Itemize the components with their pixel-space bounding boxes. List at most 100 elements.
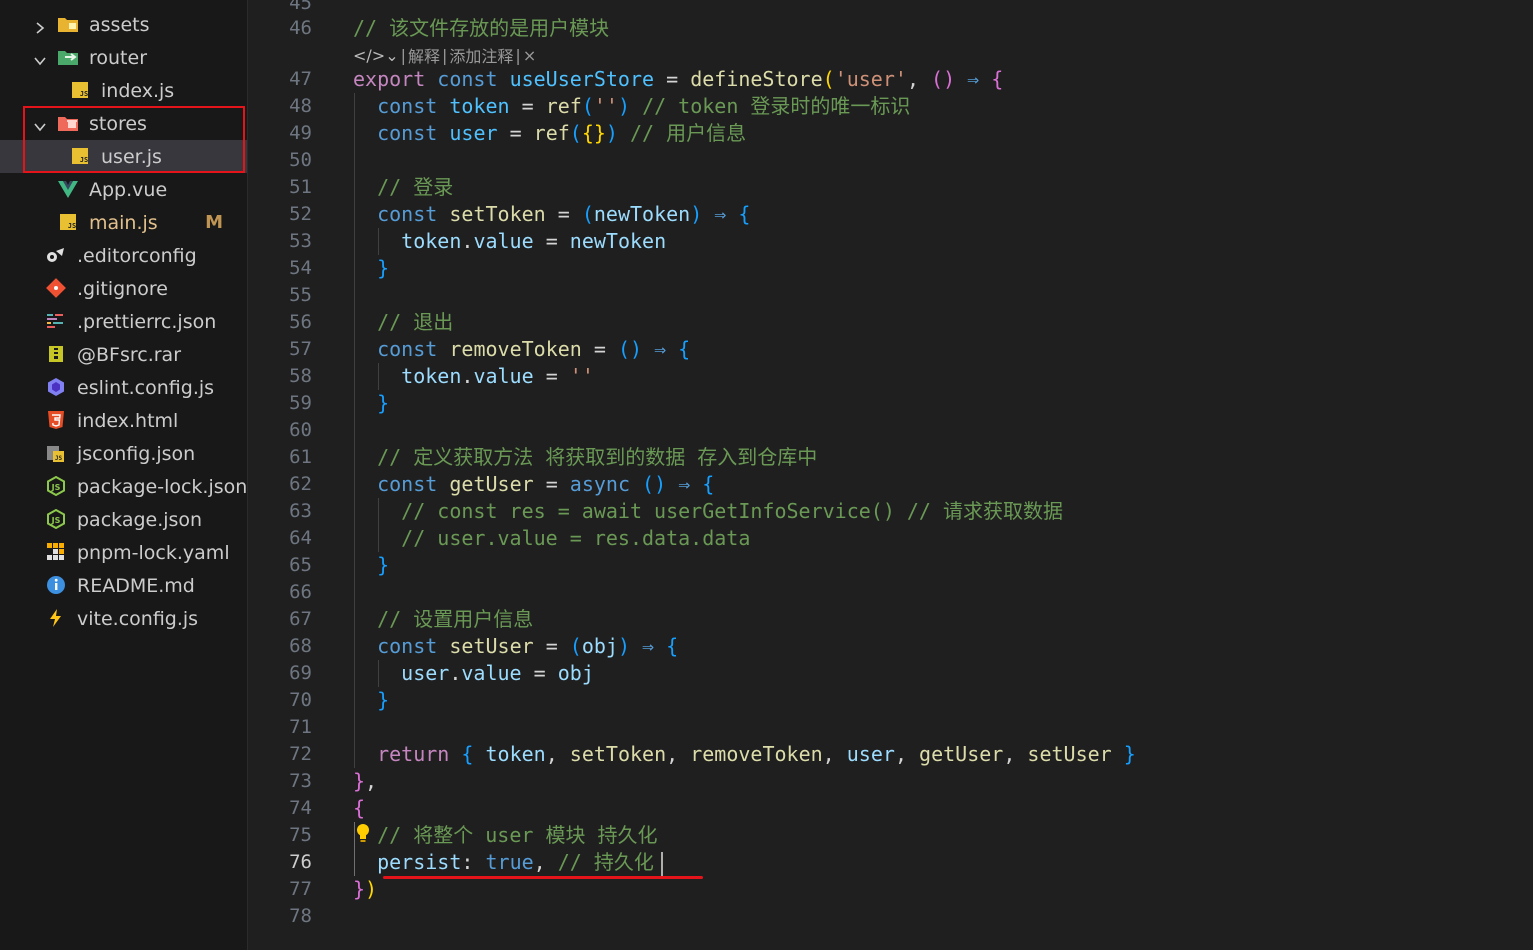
code-line-59[interactable]: 59 } [248,390,1533,417]
code-line-62[interactable]: 62 const getUser = async () ⇒ { [248,471,1533,498]
text-cursor [661,852,663,876]
explorer-item-user-js[interactable]: JS user.js [0,140,247,173]
line-number: 60 [289,419,312,441]
explorer-item-index-js[interactable]: JS index.js [0,74,247,107]
svg-text:JS: JS [68,222,76,230]
code-text: } [377,256,390,280]
lightbulb-icon[interactable] [355,823,371,849]
indent-guide [354,93,355,768]
code-text: const setUser = (obj) ⇒ { [377,634,679,658]
html5-icon [45,410,67,430]
code-line-58[interactable]: 58 token.value = '' [248,363,1533,390]
red-underline-annotation [383,876,703,879]
line-number: 72 [289,743,312,765]
js-file-icon: JS [57,212,79,232]
explorer-item-stores[interactable]: stores [0,107,247,140]
code-line-60[interactable]: 60 [248,417,1533,444]
explorer-item-eslint-config-js[interactable]: eslint.config.js [0,371,247,404]
explorer-item-prettierrc-json[interactable]: .prettierrc.json [0,305,247,338]
code-text: // 退出 [377,310,454,334]
code-line-49[interactable]: 49 const user = ref({}) // 用户信息 [248,120,1533,147]
code-line-64[interactable]: 64 // user.value = res.data.data [248,525,1533,552]
explorer-item-gitignore[interactable]: .gitignore [0,272,247,305]
explorer-item-pnpm-lock-yaml[interactable]: pnpm-lock.yaml [0,536,247,569]
codelens-close-icon[interactable]: × [523,46,536,65]
explorer-item-label: user.js [101,145,162,168]
file-explorer: assets router JS index.js stores JS user.js App… [0,0,248,950]
code-line-46[interactable]: 46 // 该文件存放的是用户模块 [248,15,1533,42]
code-line-71[interactable]: 71 [248,714,1533,741]
code-line-65[interactable]: 65 } [248,552,1533,579]
explorer-item-router[interactable]: router [0,41,247,74]
explorer-item-label: index.html [77,409,179,432]
code-line-73[interactable]: 73}, [248,768,1533,795]
code-line-68[interactable]: 68 const setUser = (obj) ⇒ { [248,633,1533,660]
code-text: // 该文件存放的是用户模块 [353,16,610,40]
line-number: 51 [289,176,312,198]
code-review-icon[interactable]: </>⌄ [353,46,399,65]
explorer-item-assets[interactable]: assets [0,8,247,41]
line-number: 61 [289,446,312,468]
code-line-67[interactable]: 67 // 设置用户信息 [248,606,1533,633]
explorer-item-jsconfig-json[interactable]: JS jsconfig.json [0,437,247,470]
line-number: 67 [289,608,312,630]
code-line-72[interactable]: 72 return { token, setToken, removeToken… [248,741,1533,768]
code-text: const user = ref({}) // 用户信息 [377,121,747,145]
code-line-75[interactable]: 75 // 将整个 user 模块 持久化 [248,822,1533,849]
jsconfig-icon: JS [45,443,67,463]
code-line-55[interactable]: 55 [248,282,1533,309]
code-line-56[interactable]: 56 // 退出 [248,309,1533,336]
code-line-48[interactable]: 48 const token = ref('') // token 登录时的唯一… [248,93,1533,120]
code-line-74[interactable]: 74 { [248,795,1533,822]
code-line-50[interactable]: 50 [248,147,1533,174]
line-number: 75 [289,824,312,846]
code-line-61[interactable]: 61 // 定义获取方法 将获取到的数据 存入到仓库中 [248,444,1533,471]
code-line-51[interactable]: 51 // 登录 [248,174,1533,201]
code-editor[interactable]: 45 46// 该文件存放的是用户模块 47 export const useUser… [248,0,1533,950]
code-line-76[interactable]: 76 persist: true, // 持久化 [248,849,1533,876]
code-line-78[interactable]: 78 [248,903,1533,930]
explorer-item-package-json[interactable]: JS package.json [0,503,247,536]
explorer-item-editorconfig[interactable]: .editorconfig [0,239,247,272]
line-number: 52 [289,203,312,225]
chevron-right-icon[interactable] [33,18,47,34]
explorer-item-bfsrc-rar[interactable]: @BFsrc.rar [0,338,247,371]
info-icon [45,575,67,595]
codelens-add-comment[interactable]: 添加注释 [449,43,513,67]
code-line-47[interactable]: 47 export const useUserStore = defineStor… [248,66,1533,93]
indent-guide [378,363,379,390]
explorer-item-app-vue[interactable]: App.vue [0,173,247,206]
vue-file-icon [57,179,79,199]
explorer-item-label: index.js [101,79,175,102]
explorer-item-readme-md[interactable]: README.md [0,569,247,602]
code-line-69[interactable]: 69 user.value = obj [248,660,1533,687]
code-line-77[interactable]: 77}) [248,876,1533,903]
codelens-explain[interactable]: 解释 [408,43,440,67]
line-number: 73 [289,770,312,792]
explorer-item-package-lock-json[interactable]: JS package-lock.json [0,470,247,503]
code-line-52[interactable]: 52 const setToken = (newToken) ⇒ { [248,201,1533,228]
archive-icon [45,344,67,364]
line-number: 65 [289,554,312,576]
code-line-57[interactable]: 57 const removeToken = () ⇒ { [248,336,1533,363]
assets-folder-icon [57,14,79,34]
code-line-53[interactable]: 53 token.value = newToken [248,228,1533,255]
explorer-item-vite-config-js[interactable]: vite.config.js [0,602,247,635]
line-number: 58 [289,365,312,387]
line-number: 56 [289,311,312,333]
explorer-item-index-html[interactable]: index.html [0,404,247,437]
chevron-down-icon[interactable] [33,117,47,132]
explorer-item-main-js[interactable]: JS main.js M [0,206,247,239]
code-line-63[interactable]: 63 // const res = await userGetInfoServi… [248,498,1533,525]
chevron-down-icon[interactable] [33,51,47,66]
explorer-item-label: stores [89,112,147,135]
code-text: }, [353,769,378,793]
code-line-54[interactable]: 54 } [248,255,1533,282]
line-number: 59 [289,392,312,414]
explorer-item-label: .prettierrc.json [77,310,217,333]
codelens-bar: </>⌄ | 解释 | 添加注释 | × [353,43,536,67]
code-line-66[interactable]: 66 [248,579,1533,606]
code-text: const setToken = (newToken) ⇒ { [377,202,751,226]
svg-text:JS: JS [80,156,88,164]
code-line-70[interactable]: 70 } [248,687,1533,714]
